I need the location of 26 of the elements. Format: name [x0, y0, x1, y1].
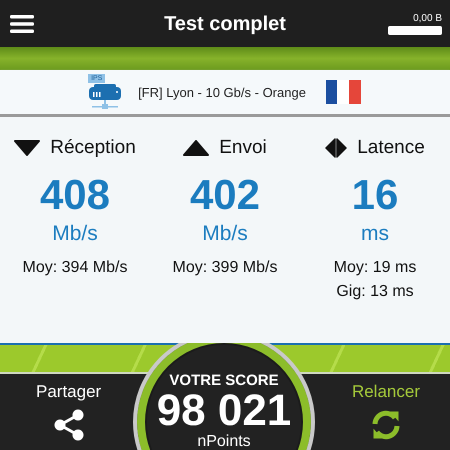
metric-unit: Mb/s [52, 222, 98, 246]
metric-label: Réception [50, 137, 136, 159]
share-button[interactable]: Partager [30, 374, 108, 450]
menu-icon[interactable] [10, 14, 34, 34]
metric-stat: Moy: 394 Mb/s [22, 258, 128, 278]
retry-button[interactable]: Relancer [346, 374, 426, 450]
down-triangle-icon [14, 140, 40, 156]
metric-label: Latence [357, 137, 425, 159]
metric-unit: ms [361, 222, 389, 246]
screen-title: Test complet [164, 13, 286, 35]
metric-stat: Moy: 19 ms [334, 258, 416, 278]
up-triangle-icon [183, 140, 210, 156]
metric-stat: Gig: 13 ms [336, 282, 414, 302]
server-icon [88, 82, 122, 110]
metric-value: 16 [352, 172, 398, 218]
metric-label: Envoi [219, 137, 267, 159]
data-meter [388, 26, 442, 34]
flag-icon [326, 80, 362, 104]
left-right-triangles-icon [325, 138, 348, 158]
metric-stat: Moy: 399 Mb/s [172, 258, 278, 278]
metric-value: 402 [190, 172, 260, 218]
metric-unit: Mb/s [202, 222, 248, 246]
server-name: [FR] Lyon - 10 Gb/s - Orange [138, 84, 306, 100]
metric-value: 408 [40, 172, 110, 218]
share-icon [52, 408, 86, 442]
data-counter: 0,00 B [413, 12, 442, 24]
